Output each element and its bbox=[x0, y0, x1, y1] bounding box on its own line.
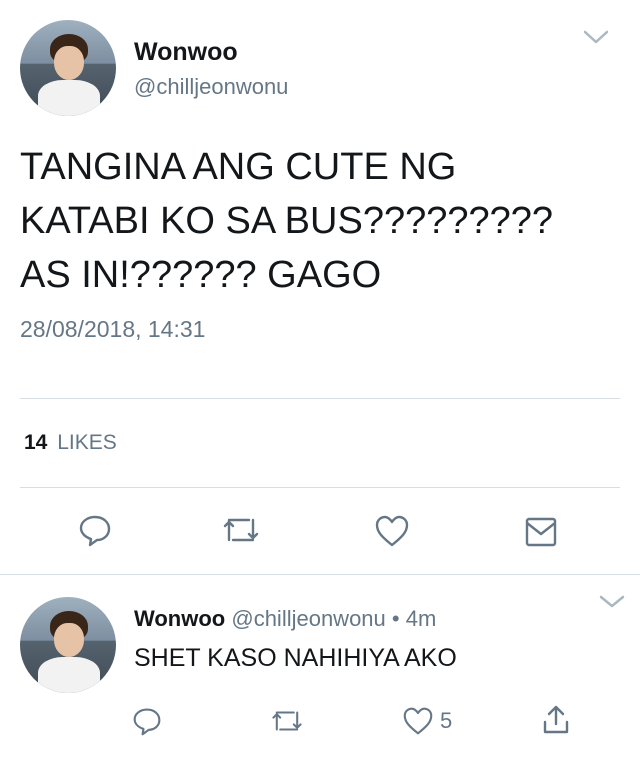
retweet-icon[interactable] bbox=[270, 706, 304, 736]
reply-text: SHET KASO NAHIHIYA AKO bbox=[134, 644, 457, 672]
display-name[interactable]: Wonwoo bbox=[134, 38, 238, 67]
avatar[interactable] bbox=[20, 597, 116, 693]
handle[interactable]: @chilljeonwonu bbox=[134, 74, 288, 100]
tweet-text: TANGINA ANG CUTE NG KATABI KO SA BUS????… bbox=[20, 140, 553, 302]
like-count: 5 bbox=[440, 708, 453, 733]
chevron-down-icon[interactable] bbox=[598, 594, 626, 610]
envelope-icon[interactable] bbox=[524, 515, 558, 549]
tweet-text-line: KATABI KO SA BUS????????? bbox=[20, 200, 554, 242]
likes-label: LIKES bbox=[57, 431, 117, 454]
likes-stat[interactable]: 14 LIKES bbox=[24, 431, 117, 455]
like-action[interactable]: 5 bbox=[402, 706, 452, 736]
chevron-down-icon[interactable] bbox=[582, 28, 610, 46]
likes-count: 14 bbox=[24, 431, 48, 454]
tweet-text-line: TANGINA ANG CUTE NG bbox=[20, 146, 457, 188]
heart-icon bbox=[402, 706, 434, 736]
divider bbox=[0, 574, 640, 575]
avatar[interactable] bbox=[20, 20, 116, 116]
timestamp[interactable]: 28/08/2018, 14:31 bbox=[20, 316, 205, 343]
separator: • bbox=[391, 606, 400, 631]
display-name[interactable]: Wonwoo bbox=[134, 606, 225, 631]
retweet-icon[interactable] bbox=[221, 513, 261, 547]
divider bbox=[20, 398, 620, 399]
reply-bubble-icon[interactable] bbox=[132, 706, 162, 736]
share-icon[interactable] bbox=[540, 702, 572, 736]
heart-icon[interactable] bbox=[374, 514, 410, 548]
divider bbox=[20, 487, 620, 488]
tweet-age[interactable]: 4m bbox=[406, 606, 437, 631]
tweet-text-line: AS IN!?????? GAGO bbox=[20, 254, 382, 296]
reply-bubble-icon[interactable] bbox=[78, 513, 112, 547]
handle[interactable]: @chilljeonwonu bbox=[231, 606, 385, 631]
reply-header: Wonwoo @chilljeonwonu • 4m bbox=[134, 606, 436, 632]
